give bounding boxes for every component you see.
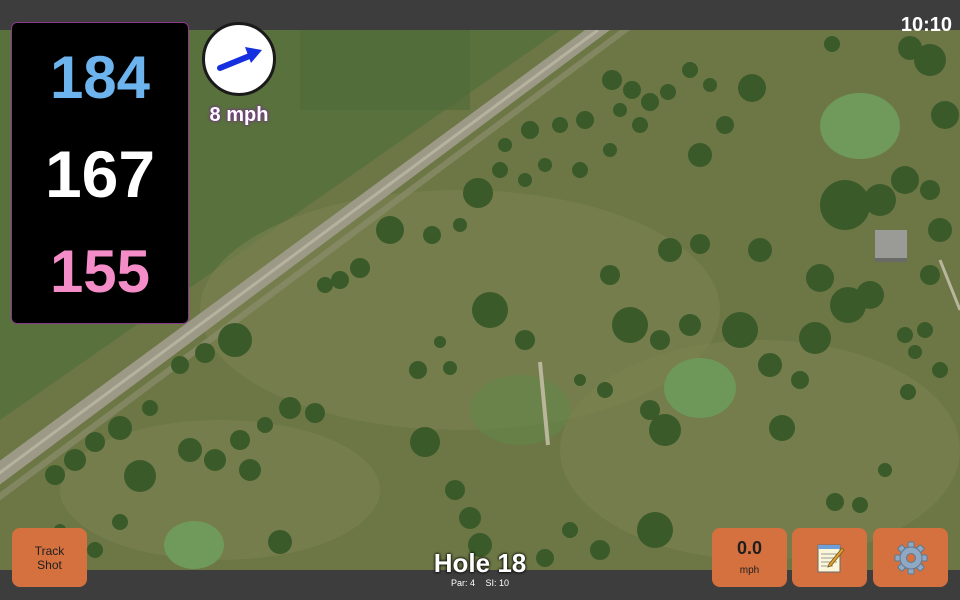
hole-meta: Par: 4 SI: 10 [380, 578, 580, 588]
wind-direction-arrow-icon [217, 47, 262, 71]
status-clock: 10:10 [900, 14, 952, 36]
speed-value: 0.0 [736, 538, 763, 558]
wind-direction-indicator [202, 22, 276, 96]
speed-unit: mph [739, 565, 760, 576]
wind-speed-label: 8 mph [209, 104, 269, 126]
notepad-icon [817, 544, 845, 572]
hole-title: Hole 18 [433, 548, 527, 578]
track-shot-button[interactable]: Track Shot [12, 528, 87, 587]
track-shot-label-line1: Track [34, 544, 65, 558]
middle-distance: 167 [44, 137, 156, 211]
distance-panel: 184 167 155 [11, 22, 189, 324]
notes-button[interactable] [792, 528, 867, 587]
speed-button[interactable]: 0.0 mph [712, 528, 787, 587]
hole-stroke-index: SI: 10 [485, 578, 510, 588]
settings-button[interactable] [873, 528, 948, 587]
track-shot-label-line2: Shot [37, 558, 62, 572]
back-distance: 184 [49, 44, 151, 111]
hole-par: Par: 4 [450, 578, 475, 588]
front-distance: 155 [49, 238, 151, 305]
gear-icon [894, 541, 927, 574]
